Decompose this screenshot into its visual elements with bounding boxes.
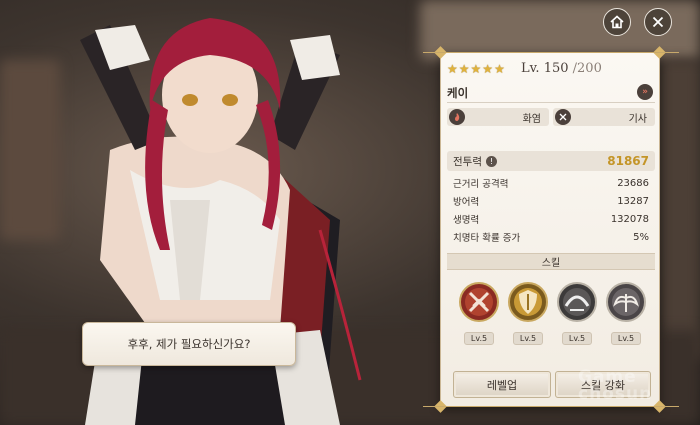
level-up-label: 레벨업 [486,378,518,392]
home-button[interactable] [603,8,631,36]
background-right-shelf [660,60,700,360]
element-tag: 화염 [447,108,549,126]
skill-slot-2[interactable] [508,282,548,322]
level-up-button[interactable]: 레벨업 [453,371,551,398]
combat-power-value: 81867 [607,154,649,168]
star-icon: ★ [458,62,470,76]
star-rating: ★ ★ ★ ★ ★ [447,63,505,75]
skill-level-badge: Lv.5 [513,332,543,345]
combat-power-row: 전투력 ! 81867 [447,151,655,171]
character-name: 케이 [447,85,469,100]
class-tag: 기사 [553,108,655,126]
double-chevron-right-icon: » [642,87,648,97]
info-icon[interactable]: ! [485,155,497,167]
stat-label: 방어력 [453,197,480,208]
character-info-panel: ★ ★ ★ ★ ★ Lv. 150 /200 케이 » 화염 기사 전투력 ! 8186… [423,46,679,413]
skill-section-header: 스킬 [447,253,655,270]
skill-level-badge: Lv.5 [611,332,641,345]
star-icon: ★ [447,62,458,76]
skill-slot-4[interactable] [606,282,646,322]
class-label: 기사 [628,113,647,125]
skill-level-text: Lv.5 [617,334,635,343]
crossed-swords-skill-icon [459,282,499,322]
divider [423,52,679,53]
skill-level-badge: Lv.5 [464,332,494,345]
star-icon: ★ [470,62,482,76]
skill-header-label: 스킬 [541,258,561,269]
skill-slot-3[interactable] [557,282,597,322]
stat-row: 치명타 확률 증가 5% [453,229,649,245]
watermark-line-2: chosun [578,384,653,404]
stat-row: 근거리 공격력 23686 [453,175,649,191]
stat-row: 방어력 13287 [453,193,649,209]
divider [423,406,679,407]
star-icon: ★ [482,62,494,76]
stat-value: 132078 [610,213,649,225]
stat-label: 근거리 공격력 [453,179,509,190]
shield-skill-icon [508,282,548,322]
skill-level-text: Lv.5 [519,334,537,343]
element-label: 화염 [522,113,541,125]
dialog-box[interactable]: 후후, 제가 필요하신가요? [82,322,296,366]
wings-skill-icon [606,282,646,322]
watermark: Game chosun [578,369,652,403]
stat-value: 23686 [617,177,649,189]
name-row: 케이 » [447,83,655,103]
skill-slot-1[interactable] [459,282,499,322]
dialog-text: 후후, 제가 필요하신가요? [127,337,251,351]
skill-level-badge: Lv.5 [562,332,592,345]
skill-level-text: Lv.5 [470,334,488,343]
next-character-button[interactable]: » [637,84,653,100]
arc-skill-icon [557,282,597,322]
close-icon [652,16,664,28]
stat-label: 치명타 확률 증가 [453,233,521,244]
level-max: /200 [572,61,602,76]
stat-label: 생명력 [453,215,480,226]
skill-level-text: Lv.5 [568,334,586,343]
level-label: Lv. 150 [521,61,569,76]
stat-value: 13287 [617,195,649,207]
combat-power-label: 전투력 [453,155,482,168]
fire-icon [449,109,465,125]
close-button[interactable] [644,8,672,36]
home-icon [610,15,624,29]
level-display: Lv. 150 /200 [521,61,602,76]
stat-row: 생명력 132078 [453,211,649,227]
crossed-swords-icon [555,109,571,125]
stat-value: 5% [633,231,649,243]
star-icon: ★ [494,62,505,76]
